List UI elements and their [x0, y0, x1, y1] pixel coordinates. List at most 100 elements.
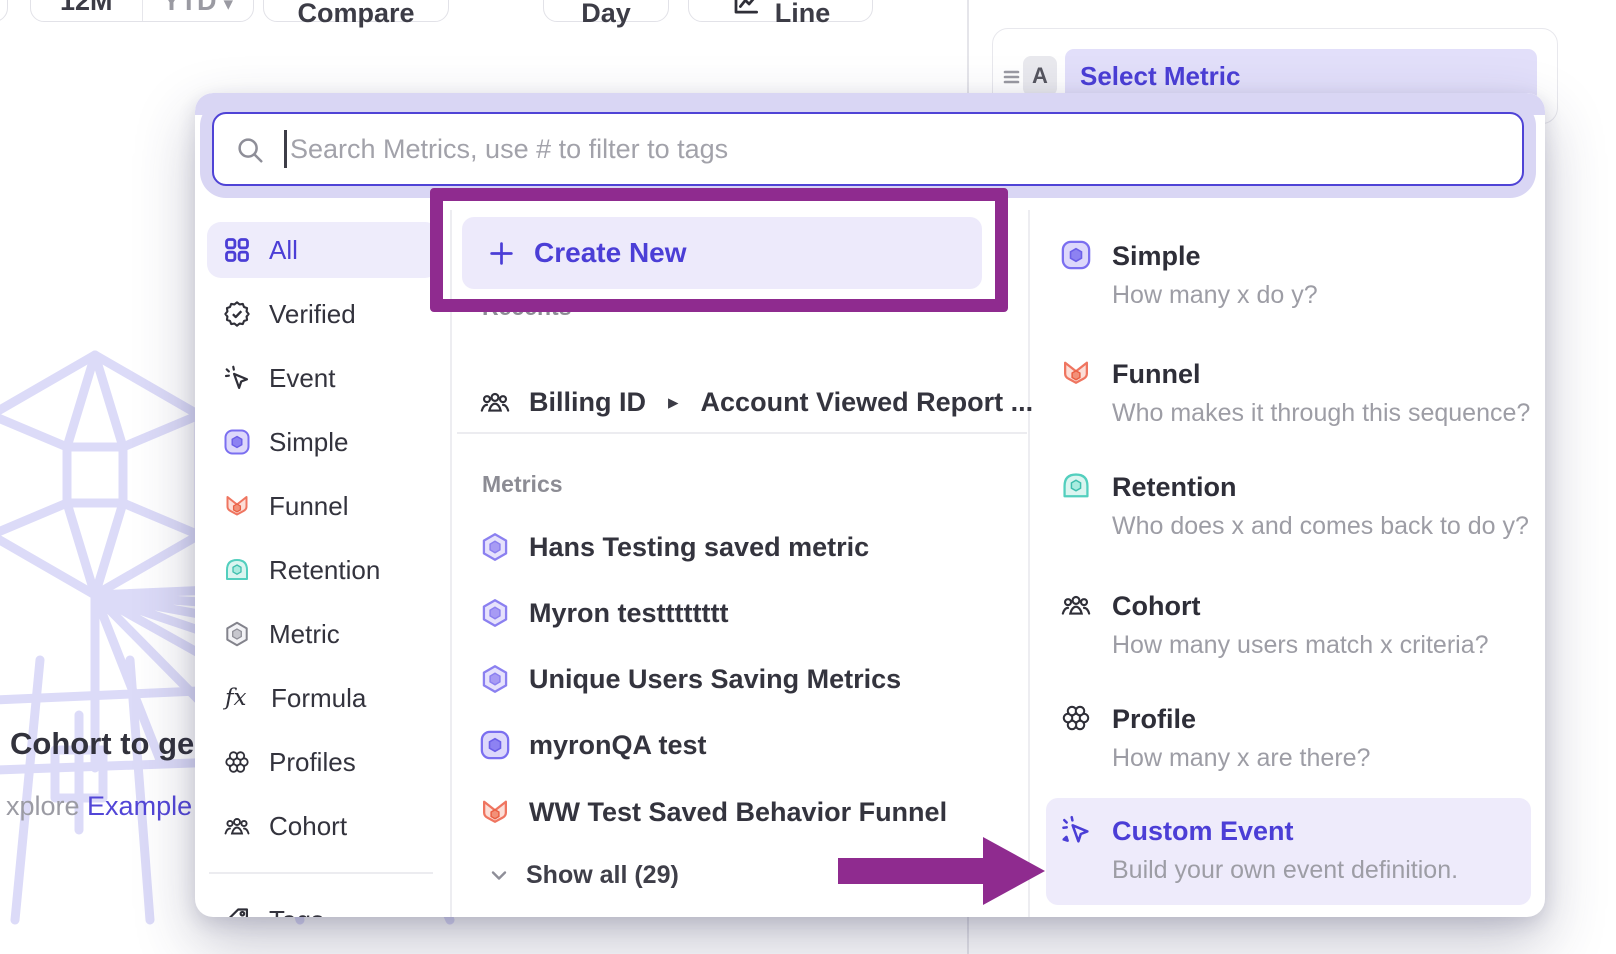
sidebar-item-label: Retention [269, 555, 380, 586]
cropped-left-button-fragment[interactable] [0, 0, 8, 22]
type-description: Who makes it through this sequence? [1112, 398, 1530, 428]
range-12m-button[interactable]: 12M [31, 0, 142, 21]
retention-metric-icon [223, 556, 251, 584]
cohort-people-icon [1060, 589, 1092, 621]
type-option-simple[interactable]: Simple How many x do y? [1060, 239, 1318, 310]
type-description: How many x are there? [1112, 743, 1370, 773]
metric-search-box [212, 112, 1524, 186]
sidebar-item-retention[interactable]: Retention [207, 542, 439, 598]
sidebar-item-cohort[interactable]: Cohort [207, 798, 439, 854]
type-option-funnel[interactable]: Funnel Who makes it through this sequenc… [1060, 357, 1530, 428]
cohort-people-icon [223, 812, 251, 840]
text-caret [284, 130, 287, 168]
sidebar-item-verified[interactable]: Verified [207, 286, 439, 342]
recent-item-event: Account Viewed Report ... [701, 387, 1034, 418]
empty-state-headline-fragment: Cohort to ge [10, 726, 196, 762]
drag-handle-icon[interactable] [1001, 65, 1023, 89]
sidebar-item-profiles[interactable]: Profiles [207, 734, 439, 790]
type-title: Profile [1112, 702, 1370, 736]
sidebar-item-simple[interactable]: Simple [207, 414, 439, 470]
range-12m-label: 12M [60, 0, 113, 15]
sidebar-item-label: All [269, 235, 298, 266]
empty-state-subtext-fragment: xplore Example R [6, 791, 195, 822]
type-title: Cohort [1112, 589, 1489, 623]
line-chart-type-button[interactable]: Line [688, 0, 873, 22]
type-title: Funnel [1112, 357, 1530, 391]
sidebar-divider [450, 210, 452, 917]
search-input[interactable] [214, 114, 1522, 184]
sidebar-item-label: Metric [269, 619, 340, 650]
sidebar-item-label: Verified [269, 299, 356, 330]
type-option-retention[interactable]: Retention Who does x and comes back to d… [1060, 470, 1529, 541]
type-title: Simple [1112, 239, 1318, 273]
line-label: Line [775, 0, 831, 27]
metric-item-label: myronQA test [529, 730, 707, 761]
day-granularity-button[interactable]: Day [543, 0, 669, 22]
type-description: How many users match x criteria? [1112, 630, 1489, 660]
simple-metric-icon [1060, 239, 1092, 271]
funnel-metric-icon [1060, 357, 1092, 389]
annotation-highlight-box [430, 188, 1008, 312]
metric-list-item[interactable]: WW Test Saved Behavior Funnel [479, 786, 947, 838]
sidebar-item-formula[interactable]: ƒx Formula [207, 670, 439, 726]
sidebar-section-divider [209, 872, 433, 874]
range-ytd-button[interactable]: YTD ▾ [142, 0, 254, 21]
sidebar-item-funnel[interactable]: Funnel [207, 478, 439, 534]
metric-hexagon-icon [479, 663, 511, 695]
compare-button[interactable]: Compare [263, 0, 449, 22]
metric-item-label: Hans Testing saved metric [529, 532, 869, 563]
tag-icon [223, 906, 251, 917]
compare-label: Compare [297, 0, 414, 27]
metric-hexagon-icon [479, 531, 511, 563]
metric-list-item[interactable]: Hans Testing saved metric [479, 521, 869, 573]
sidebar-item-label: Simple [269, 427, 348, 458]
metric-list-item[interactable]: Myron testttttttt [479, 587, 728, 639]
profiles-cluster-icon [223, 748, 251, 776]
subtext-prefix: xplore [6, 791, 87, 821]
column-divider [1028, 210, 1030, 917]
metric-hexagon-icon [479, 597, 511, 629]
metrics-heading: Metrics [482, 471, 563, 498]
date-range-segmented-control: 12M YTD ▾ [30, 0, 254, 22]
formula-fx-icon: ƒx [223, 684, 253, 712]
recent-item-source: Billing ID [529, 387, 646, 418]
simple-metric-icon [223, 428, 251, 456]
example-reports-link[interactable]: Example R [87, 791, 195, 821]
sidebar-item-label: Funnel [269, 491, 349, 522]
metric-list-item[interactable]: myronQA test [479, 719, 707, 771]
metric-item-label: Myron testttttttt [529, 598, 728, 629]
chevron-down-icon [487, 863, 511, 887]
profiles-cluster-icon [1060, 702, 1092, 734]
breadcrumb-arrow-icon: ▸ [668, 390, 679, 415]
grid-icon [223, 236, 251, 264]
custom-event-cursor-icon [1060, 814, 1092, 846]
type-title: Retention [1112, 470, 1529, 504]
sidebar-item-all[interactable]: All [207, 222, 439, 278]
type-option-custom-event[interactable]: Custom Event Build your own event defini… [1046, 798, 1531, 905]
sidebar-item-event[interactable]: Event [207, 350, 439, 406]
show-all-toggle[interactable]: Show all (29) [487, 857, 679, 893]
type-description: Build your own event definition. [1112, 855, 1458, 885]
type-option-cohort[interactable]: Cohort How many users match x criteria? [1060, 589, 1489, 660]
type-title: Custom Event [1112, 814, 1458, 848]
sidebar-item-metric[interactable]: Metric [207, 606, 439, 662]
chevron-down-icon: ▾ [223, 0, 233, 14]
metric-list-item[interactable]: Unique Users Saving Metrics [479, 653, 901, 705]
series-badge: A [1023, 56, 1057, 96]
recent-item-billing-id[interactable]: Billing ID ▸ Account Viewed Report ... [479, 376, 1033, 428]
sidebar-item-label: Event [269, 363, 336, 394]
type-description: Who does x and comes back to do y? [1112, 511, 1529, 541]
sidebar-item-tags[interactable]: Tags [207, 892, 439, 917]
funnel-metric-icon [223, 492, 251, 520]
show-all-label: Show all (29) [526, 861, 679, 890]
type-option-profile[interactable]: Profile How many x are there? [1060, 702, 1370, 773]
svg-text:ƒx: ƒx [223, 685, 247, 711]
sidebar-item-label: Tags [269, 905, 324, 918]
retention-metric-icon [1060, 470, 1092, 502]
verified-badge-icon [223, 300, 251, 328]
sidebar-item-label: Cohort [269, 811, 347, 842]
day-label: Day [581, 0, 631, 27]
range-ytd-label: YTD [162, 0, 216, 15]
sidebar-item-label: Formula [271, 683, 366, 714]
metric-item-label: WW Test Saved Behavior Funnel [529, 797, 947, 828]
